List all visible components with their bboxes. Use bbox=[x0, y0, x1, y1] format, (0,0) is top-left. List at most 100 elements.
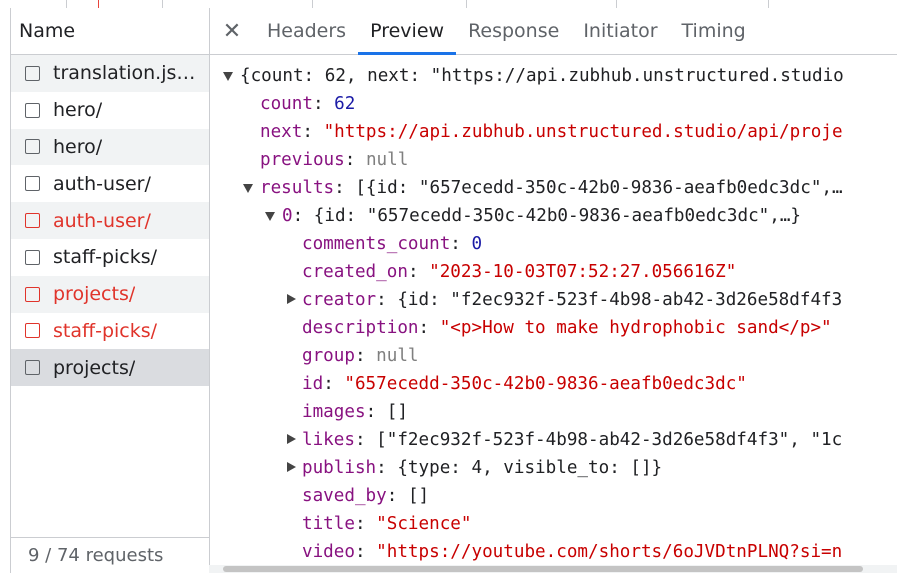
prop-value: {id: "657ecedd-350c-42b0-9836-aeafb0edc3… bbox=[313, 206, 802, 226]
prop-key: next bbox=[260, 122, 303, 142]
prop-key: previous bbox=[260, 150, 345, 170]
timeline-marker bbox=[98, 0, 99, 8]
request-name: projects/ bbox=[53, 356, 136, 379]
prop-value: [] bbox=[407, 486, 430, 506]
request-row-error[interactable]: projects/ bbox=[11, 275, 209, 313]
request-checkbox[interactable] bbox=[25, 102, 40, 118]
expand-arrow-icon[interactable] bbox=[265, 212, 275, 221]
toolbar-divider bbox=[768, 0, 769, 8]
toolbar-divider bbox=[162, 0, 163, 8]
request-list-panel: Name translation.js… hero/ hero/ auth-us… bbox=[10, 8, 210, 573]
request-row-error[interactable]: auth-user/ bbox=[11, 202, 209, 239]
prop-key: video bbox=[302, 542, 355, 562]
tab-response[interactable]: Response bbox=[456, 8, 571, 54]
tree-prop-group: group: null bbox=[302, 346, 419, 366]
prop-value: {type: 4, visible_to: []} bbox=[397, 458, 663, 478]
prop-key: 0 bbox=[282, 206, 293, 226]
prop-value: "<p>How to make hydrophobic sand</p>" bbox=[439, 318, 832, 338]
prop-key: comments_count bbox=[302, 234, 451, 254]
root-summary: {count: 62, next: "https://api.zubhub.un… bbox=[240, 66, 844, 86]
request-row[interactable]: translation.js… bbox=[11, 55, 209, 92]
toolbar-divider bbox=[312, 0, 313, 8]
tree-prop-previous: previous: null bbox=[260, 150, 409, 170]
details-tabbar: ✕ Headers Preview Response Initiator Tim… bbox=[209, 8, 897, 55]
tree-prop-created-on: created_on: "2023-10-03T07:52:27.056616Z… bbox=[302, 262, 737, 282]
tree-prop-images: images: [] bbox=[302, 402, 408, 422]
request-checkbox[interactable] bbox=[25, 286, 40, 302]
prop-key: created_on bbox=[302, 262, 408, 282]
prop-key: images bbox=[302, 402, 366, 422]
request-name: auth-user/ bbox=[53, 209, 151, 232]
prop-value: "https://api.zubhub.unstructured.studio/… bbox=[323, 122, 843, 142]
prop-key: title bbox=[302, 514, 355, 534]
request-name: auth-user/ bbox=[53, 172, 151, 195]
prop-key: results bbox=[260, 178, 335, 198]
tree-prop-count: count: 62 bbox=[260, 94, 356, 114]
prop-value: null bbox=[376, 346, 419, 366]
prop-value: null bbox=[365, 150, 409, 170]
top-toolbar-strip bbox=[0, 0, 897, 8]
horizontal-scrollbar[interactable] bbox=[209, 565, 897, 573]
prop-value: "2023-10-03T07:52:27.056616Z" bbox=[429, 262, 737, 282]
request-checkbox[interactable] bbox=[25, 176, 40, 192]
collapse-arrow-icon[interactable] bbox=[287, 294, 296, 304]
expand-arrow-icon[interactable] bbox=[243, 184, 253, 193]
scrollbar-thumb[interactable] bbox=[223, 566, 863, 572]
prop-value: 62 bbox=[334, 94, 356, 114]
tree-prop-saved-by: saved_by: [] bbox=[302, 486, 430, 506]
request-checkbox[interactable] bbox=[25, 213, 40, 229]
tab-initiator[interactable]: Initiator bbox=[571, 8, 669, 54]
prop-value: "https://youtube.com/shorts/6oJVDtnPLNQ?… bbox=[376, 542, 843, 562]
prop-key: id bbox=[302, 374, 324, 394]
close-icon[interactable]: ✕ bbox=[209, 8, 255, 54]
request-checkbox[interactable] bbox=[25, 360, 40, 376]
prop-value: ["f2ec932f-523f-4b98-ab42-3d26e58df4f3",… bbox=[376, 430, 843, 450]
request-checkbox[interactable] bbox=[25, 249, 40, 265]
tree-prop-id: id: "657ecedd-350c-42b0-9836-aeafb0edc3d… bbox=[302, 374, 747, 394]
request-row-selected[interactable]: projects/ bbox=[11, 349, 209, 387]
prop-key: publish bbox=[302, 458, 377, 478]
request-name: hero/ bbox=[53, 99, 103, 122]
request-name: staff-picks/ bbox=[53, 246, 158, 269]
prop-key: count bbox=[260, 94, 313, 114]
request-name: hero/ bbox=[53, 135, 103, 158]
tab-timing[interactable]: Timing bbox=[670, 8, 758, 54]
tree-prop-description: description: "<p>How to make hydrophobic… bbox=[302, 318, 832, 338]
tree-prop-video: video: "https://youtube.com/shorts/6oJVD… bbox=[302, 542, 843, 562]
request-name: projects/ bbox=[53, 283, 136, 306]
collapse-arrow-icon[interactable] bbox=[287, 462, 296, 472]
request-name: staff-picks/ bbox=[53, 319, 158, 342]
request-row[interactable]: hero/ bbox=[11, 128, 209, 166]
request-checkbox[interactable] bbox=[25, 139, 40, 155]
request-row[interactable]: auth-user/ bbox=[11, 165, 209, 202]
prop-key: saved_by bbox=[302, 486, 387, 506]
prop-key: group bbox=[302, 346, 355, 366]
tab-headers[interactable]: Headers bbox=[255, 8, 358, 54]
request-name: translation.js… bbox=[53, 62, 196, 85]
tree-prop-comments-count: comments_count: 0 bbox=[302, 234, 483, 254]
tab-preview[interactable]: Preview bbox=[358, 8, 457, 55]
request-details-panel: ✕ Headers Preview Response Initiator Tim… bbox=[209, 8, 897, 573]
toolbar-divider bbox=[466, 0, 467, 8]
prop-key: likes bbox=[302, 430, 355, 450]
json-preview-tree: {count: 62, next: "https://api.zubhub.un… bbox=[209, 55, 897, 565]
request-count-status: 9 / 74 requests bbox=[11, 537, 209, 573]
request-checkbox[interactable] bbox=[25, 65, 40, 81]
prop-value: 0 bbox=[471, 234, 483, 254]
prop-key: description bbox=[302, 318, 419, 338]
collapse-arrow-icon[interactable] bbox=[287, 434, 296, 444]
request-row[interactable]: hero/ bbox=[11, 92, 209, 129]
prop-value: "Science" bbox=[376, 514, 472, 534]
prop-value: "657ecedd-350c-42b0-9836-aeafb0edc3dc" bbox=[344, 374, 747, 394]
toolbar-divider bbox=[616, 0, 617, 8]
tree-prop-next: next: "https://api.zubhub.unstructured.s… bbox=[260, 122, 843, 142]
prop-value: [{id: "657ecedd-350c-42b0-9836-aeafb0edc… bbox=[355, 178, 843, 198]
expand-arrow-icon[interactable] bbox=[223, 72, 233, 81]
request-checkbox[interactable] bbox=[25, 323, 40, 339]
prop-key: creator bbox=[302, 290, 377, 310]
request-row-error[interactable]: staff-picks/ bbox=[11, 313, 209, 350]
toolbar-divider bbox=[66, 0, 67, 8]
request-row[interactable]: staff-picks/ bbox=[11, 239, 209, 276]
prop-value: [] bbox=[386, 402, 408, 422]
name-column-header[interactable]: Name bbox=[11, 8, 209, 55]
